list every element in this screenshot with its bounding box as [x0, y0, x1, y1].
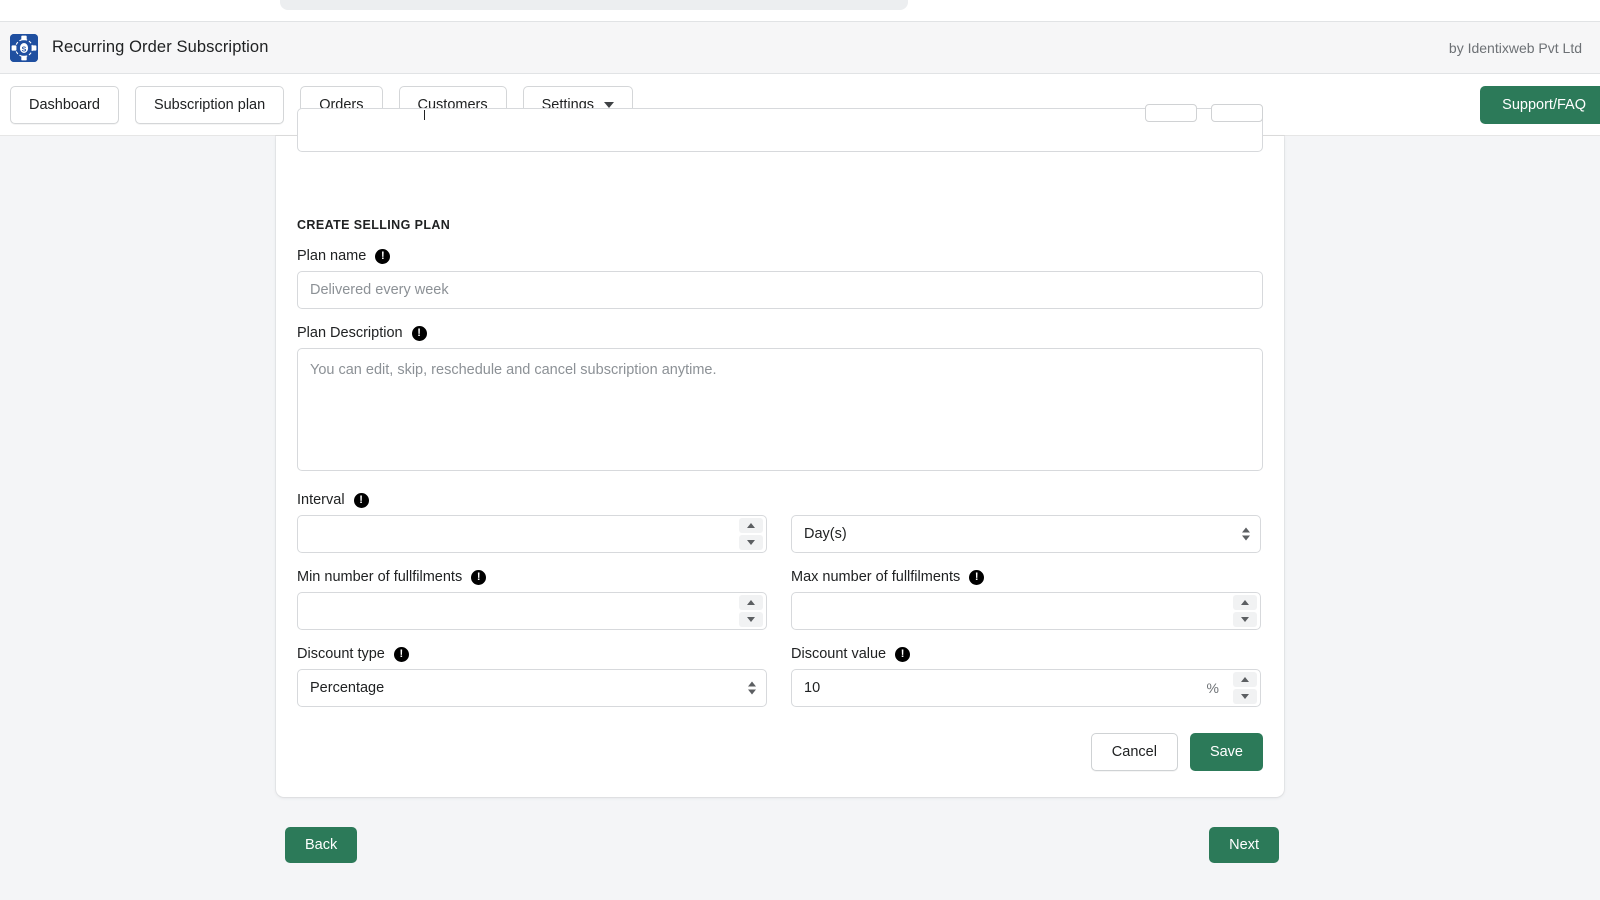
- triangle-up-icon: [1241, 600, 1249, 605]
- max-fulfilments-spinner: [1233, 595, 1257, 627]
- scrolled-off-caret: [424, 110, 425, 120]
- discount-value-input[interactable]: [791, 669, 1261, 707]
- interval-unit-select[interactable]: Day(s): [791, 515, 1261, 553]
- viewport-top-strip: [0, 0, 1600, 22]
- discount-value-label-row: Discount value !: [791, 646, 1261, 662]
- max-fulfilments-label: Max number of fullfilments: [791, 569, 960, 585]
- min-fulfilments-label: Min number of fullfilments: [297, 569, 462, 585]
- discount-value-decrement-button[interactable]: [1233, 689, 1257, 704]
- discount-type-label-row: Discount type !: [297, 646, 767, 662]
- save-button[interactable]: Save: [1190, 733, 1263, 771]
- scrolled-off-input[interactable]: [297, 108, 1263, 152]
- triangle-up-icon: [747, 600, 755, 605]
- scrolled-off-field-row: [297, 136, 1263, 158]
- field-row-fulfilments: Min number of fullfilments ! Max number …: [297, 569, 1263, 630]
- scrolled-off-panel: [280, 0, 908, 10]
- interval-input[interactable]: [297, 515, 767, 553]
- triangle-down-icon: [1241, 694, 1249, 699]
- field-max-fulfilments: Max number of fullfilments !: [791, 569, 1261, 630]
- cancel-button[interactable]: Cancel: [1091, 733, 1178, 771]
- info-icon[interactable]: !: [412, 326, 427, 341]
- plan-name-label-row: Plan name !: [297, 248, 1263, 264]
- interval-unit-select-wrap: Day(s): [791, 515, 1261, 553]
- min-fulfilments-label-row: Min number of fullfilments !: [297, 569, 767, 585]
- plan-description-textarea[interactable]: [297, 348, 1263, 471]
- max-fulfilments-decrement-button[interactable]: [1233, 612, 1257, 627]
- discount-value-stepper: %: [791, 669, 1261, 707]
- info-icon[interactable]: !: [969, 570, 984, 585]
- scrolled-off-button-1[interactable]: [1145, 104, 1197, 122]
- plan-description-label-row: Plan Description !: [297, 325, 1263, 341]
- interval-increment-button[interactable]: [739, 518, 763, 533]
- svg-text:S: S: [22, 46, 27, 53]
- support-faq-button[interactable]: Support/FAQ: [1480, 86, 1600, 124]
- min-fulfilments-decrement-button[interactable]: [739, 612, 763, 627]
- triangle-down-icon: [1241, 617, 1249, 622]
- info-icon[interactable]: !: [354, 493, 369, 508]
- field-min-fulfilments: Min number of fullfilments !: [297, 569, 767, 630]
- discount-type-label: Discount type: [297, 646, 385, 662]
- nav-item-label: Dashboard: [29, 97, 100, 113]
- recurring-subscription-logo-icon: S: [10, 34, 38, 62]
- info-icon[interactable]: !: [375, 249, 390, 264]
- field-row-discount: Discount type ! Percentage Discount valu…: [297, 646, 1263, 707]
- discount-value-spinner: [1233, 672, 1257, 704]
- nav-item-label: Subscription plan: [154, 97, 265, 113]
- plan-name-input[interactable]: [297, 271, 1263, 309]
- card-actions: Cancel Save: [297, 733, 1263, 771]
- field-row-interval: Interval ! Day(s): [297, 492, 1263, 553]
- max-fulfilments-label-row: Max number of fullfilments !: [791, 569, 1261, 585]
- discount-type-select[interactable]: Percentage: [297, 669, 767, 707]
- chevron-down-icon: [604, 102, 614, 108]
- field-interval: Interval !: [297, 492, 767, 553]
- next-button[interactable]: Next: [1209, 827, 1279, 863]
- app-header: S Recurring Order Subscription by Identi…: [0, 22, 1600, 74]
- nav-item-dashboard[interactable]: Dashboard: [10, 86, 119, 124]
- triangle-down-icon: [747, 617, 755, 622]
- scrolled-off-button-2[interactable]: [1211, 104, 1263, 122]
- field-plan-description: Plan Description !: [297, 325, 1263, 476]
- field-plan-name: Plan name !: [297, 248, 1263, 309]
- plan-name-label: Plan name: [297, 248, 366, 264]
- triangle-down-icon: [747, 540, 755, 545]
- max-fulfilments-increment-button[interactable]: [1233, 595, 1257, 610]
- max-fulfilments-stepper: [791, 592, 1261, 630]
- triangle-up-icon: [1241, 677, 1249, 682]
- selling-plan-card: Create selling plan Plan name ! Plan Des…: [276, 136, 1284, 797]
- section-title: Create selling plan: [297, 218, 1263, 232]
- wizard-footer: Back Next: [285, 827, 1279, 863]
- back-button[interactable]: Back: [285, 827, 357, 863]
- interval-stepper: [297, 515, 767, 553]
- min-fulfilments-increment-button[interactable]: [739, 595, 763, 610]
- app-title: Recurring Order Subscription: [52, 38, 268, 57]
- discount-value-increment-button[interactable]: [1233, 672, 1257, 687]
- interval-label: Interval: [297, 492, 345, 508]
- interval-unit-value: Day(s): [804, 526, 847, 542]
- min-fulfilments-spinner: [739, 595, 763, 627]
- discount-value-label: Discount value: [791, 646, 886, 662]
- interval-label-row: Interval !: [297, 492, 767, 508]
- discount-type-select-wrap: Percentage: [297, 669, 767, 707]
- field-interval-unit: Day(s): [791, 492, 1261, 553]
- info-icon[interactable]: !: [394, 647, 409, 662]
- nav-item-subscription-plan[interactable]: Subscription plan: [135, 86, 284, 124]
- discount-type-value: Percentage: [310, 680, 384, 696]
- app-credit: by Identixweb Pvt Ltd: [1449, 40, 1582, 56]
- triangle-up-icon: [747, 523, 755, 528]
- max-fulfilments-input[interactable]: [791, 592, 1261, 630]
- min-fulfilments-input[interactable]: [297, 592, 767, 630]
- field-discount-type: Discount type ! Percentage: [297, 646, 767, 707]
- plan-description-label: Plan Description: [297, 325, 403, 341]
- interval-spinner: [739, 518, 763, 550]
- interval-decrement-button[interactable]: [739, 535, 763, 550]
- info-icon[interactable]: !: [895, 647, 910, 662]
- info-icon[interactable]: !: [471, 570, 486, 585]
- min-fulfilments-stepper: [297, 592, 767, 630]
- page-body: Create selling plan Plan name ! Plan Des…: [0, 136, 1600, 900]
- field-discount-value: Discount value ! %: [791, 646, 1261, 707]
